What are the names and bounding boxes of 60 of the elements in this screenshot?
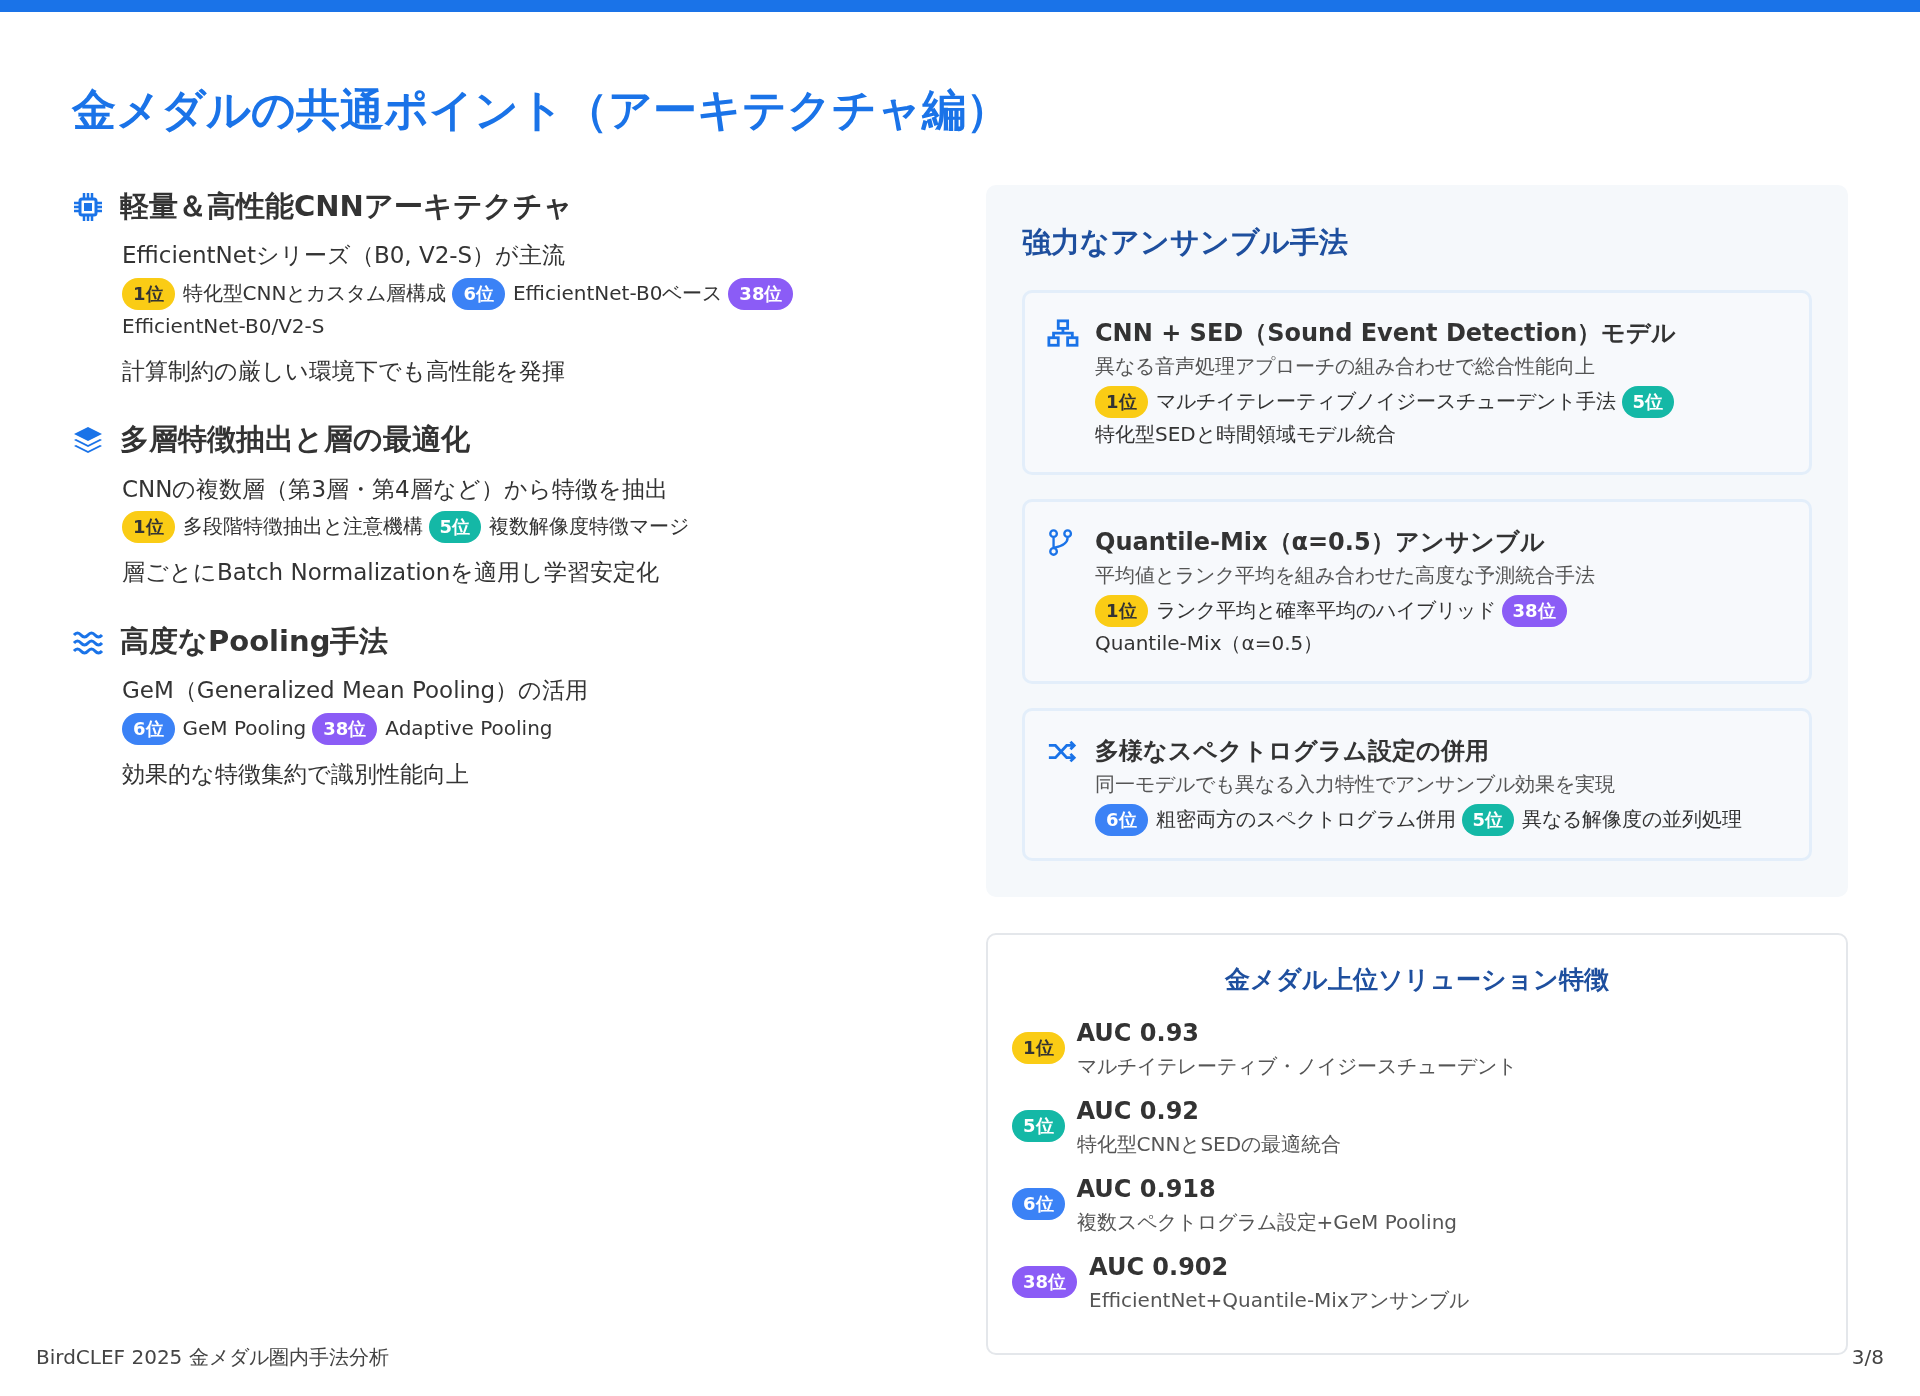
section-lead: EfficientNetシリーズ（B0, V2-S）が主流 (122, 241, 567, 271)
solution-description: 複数スペクトログラム設定+GeM Pooling (1076, 1208, 1457, 1236)
tag-text: EfficientNet-B0ベース (512, 279, 723, 307)
card-description: 異なる音声処理アプローチの組み合わせで総合性能向上 (1095, 353, 1596, 381)
auc-score: AUC 0.92 (1076, 1095, 1201, 1127)
section-note: 層ごとにBatch Normalizationを適用し学習安定化 (122, 558, 661, 588)
rank-badge: 1位 (122, 511, 175, 544)
tag-text: EfficientNet-B0/V2-S (122, 312, 325, 340)
section-heading: 多層特徴抽出と層の最適化 (120, 421, 470, 459)
tag-text: ランク平均と確率平均のハイブリッド (1155, 597, 1496, 625)
rank-badge: 1位 (1012, 1031, 1065, 1064)
rank-badge: 1位 (1095, 595, 1148, 628)
tag-text: 特化型CNNとカスタム層構成 (182, 279, 447, 307)
solution-description: 特化型CNNとSEDの最適統合 (1076, 1130, 1342, 1158)
section-note: 計算制約の厳しい環境下でも高性能を発揮 (122, 356, 566, 386)
section-note: 効果的な特徴集約で識別性能向上 (122, 759, 470, 789)
card-description: 同一モデルでも異なる入力特性でアンサンブル効果を実現 (1095, 771, 1616, 799)
card-title: 多様なスペクトログラム設定の併用 (1095, 736, 1490, 768)
rank-badge: 1位 (1095, 386, 1148, 419)
section-heading: 軽量＆高性能CNNアーキテクチャ (120, 187, 573, 225)
chip-icon (72, 190, 104, 223)
rank-badge: 6位 (452, 277, 505, 310)
page-number: 3/8 (1851, 1344, 1884, 1371)
panel-title: 強力なアンサンブル手法 (1022, 223, 1349, 261)
rank-badge: 38位 (1012, 1265, 1078, 1298)
rank-badge: 38位 (728, 277, 794, 310)
slide-title: 金メダルの共通ポイント（アーキテクチャ編） (72, 84, 1011, 137)
rank-badge: 5位 (1012, 1109, 1065, 1142)
section-lead: CNNの複数層（第3層・第4層など）から特徴を抽出 (122, 474, 669, 504)
solution-description: マルチイテレーティブ・ノイジースチューデント (1076, 1052, 1517, 1080)
footer-title: BirdCLEF 2025 金メダル圏内手法分析 (36, 1344, 389, 1371)
rank-badge: 6位 (1095, 804, 1148, 837)
tag-text: Quantile-Mix（α=0.5） (1095, 630, 1324, 658)
card-description: 平均値とランク平均を組み合わせた高度な予測統合手法 (1095, 562, 1596, 590)
rank-badge: 5位 (1621, 386, 1675, 419)
rank-badge: 38位 (312, 712, 378, 745)
card-title: Quantile-Mix（α=0.5）アンサンブル (1095, 527, 1546, 559)
rank-badge: 6位 (122, 712, 175, 745)
rank-badge: 1位 (122, 277, 175, 310)
auc-score: AUC 0.93 (1076, 1017, 1201, 1049)
auc-score: AUC 0.902 (1089, 1251, 1230, 1283)
tag-text: 異なる解像度の並列処理 (1522, 806, 1743, 834)
rank-badge: 6位 (1012, 1187, 1065, 1220)
rank-badge: 5位 (1461, 804, 1515, 837)
tag-text: マルチイテレーティブノイジースチューデント手法 (1155, 388, 1616, 416)
tag-text: 特化型SEDと時間領域モデル統合 (1095, 421, 1396, 449)
card-title: CNN + SED（Sound Event Detection）モデル (1095, 318, 1678, 350)
tag-text: 多段階特徴抽出と注意機構 (182, 513, 423, 541)
rank-badge: 38位 (1501, 595, 1567, 628)
tag-text: 粗密両方のスペクトログラム併用 (1155, 806, 1456, 834)
tag-text: GeM Pooling (182, 714, 307, 742)
auc-score: AUC 0.918 (1076, 1173, 1217, 1205)
network-icon (1045, 319, 1079, 350)
tag-text: 複数解像度特徴マージ (489, 513, 690, 541)
summary-title: 金メダル上位ソリューション特徴 (1224, 964, 1610, 997)
tag-text: Adaptive Pooling (385, 714, 553, 742)
rank-badge: 5位 (428, 511, 482, 544)
solution-description: EfficientNet+Quantile-Mixアンサンブル (1089, 1286, 1469, 1314)
section-heading: 高度なPooling手法 (120, 622, 389, 660)
section-lead: GeM（Generalized Mean Pooling）の活用 (122, 676, 590, 706)
